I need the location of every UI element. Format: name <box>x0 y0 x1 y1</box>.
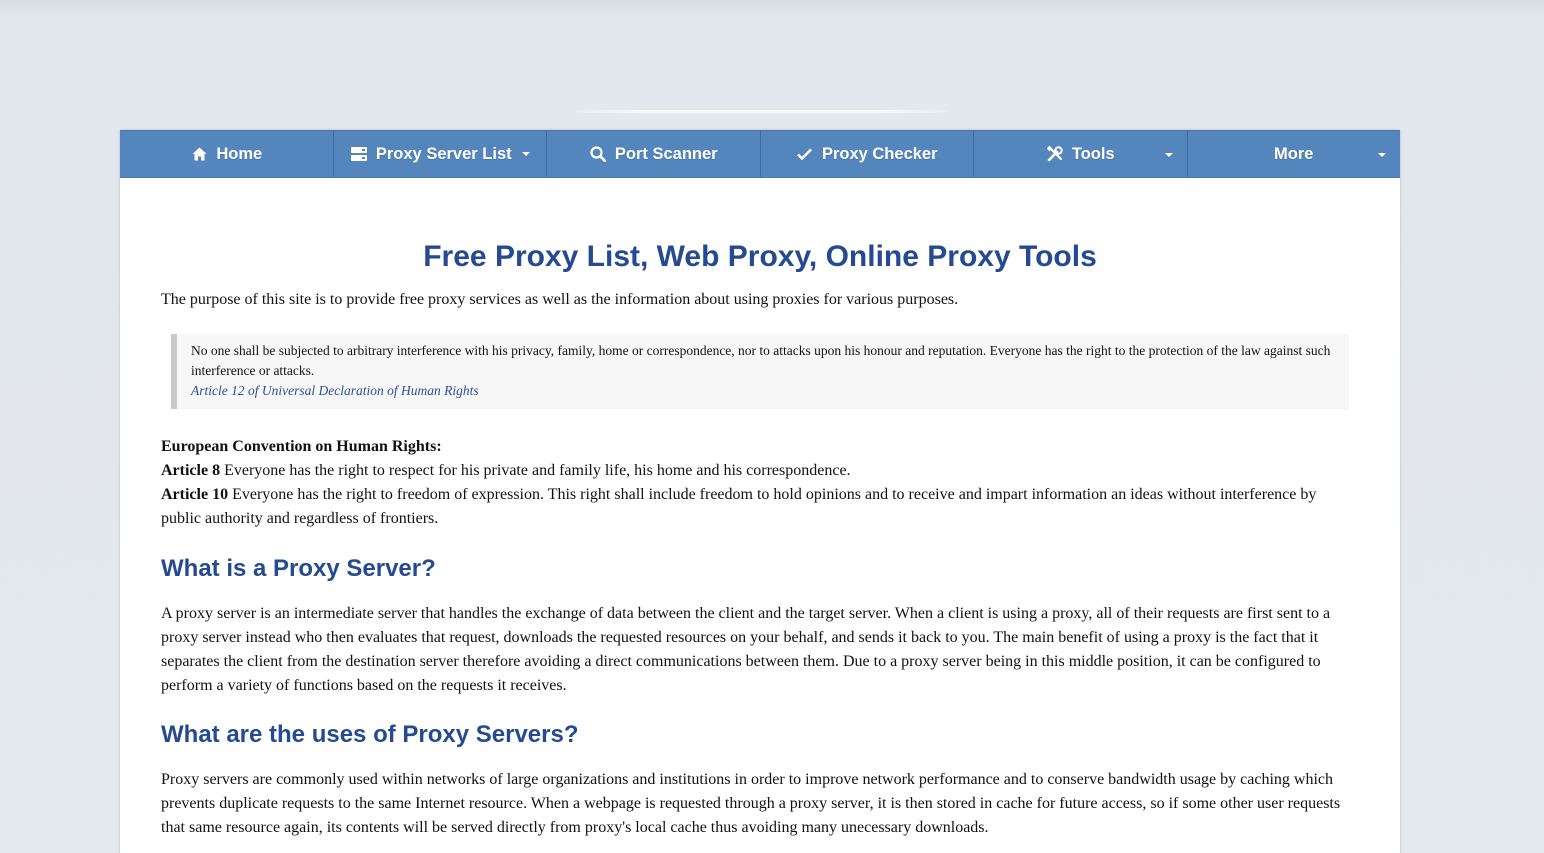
chevron-down-icon <box>521 152 530 156</box>
nav-port-scanner-label: Port Scanner <box>614 144 718 163</box>
article-label: Article 8 <box>161 462 221 479</box>
section-heading-what-is-proxy: What is a Proxy Server? <box>161 555 436 582</box>
intro-paragraph: The purpose of this site is to provide f… <box>161 291 959 308</box>
article-text: Everyone has the right to freedom of exp… <box>161 486 1317 527</box>
article-label: Article 10 <box>161 486 229 503</box>
tools-icon <box>1046 146 1064 162</box>
quote-citation-link[interactable]: Article 12 of Universal Declaration of H… <box>191 383 479 398</box>
chevron-down-icon <box>1378 153 1386 157</box>
chevron-down-icon <box>1164 153 1173 157</box>
echr-article-10: Article 10 Everyone has the right to fre… <box>161 483 1359 531</box>
site-logo-strip[interactable] <box>575 110 947 113</box>
nav-more[interactable]: More <box>1188 131 1401 177</box>
nav-tools[interactable]: Tools <box>974 131 1188 177</box>
search-icon <box>589 146 607 162</box>
page-container: Home Proxy Server List Port Scanner Prox… <box>120 130 1400 853</box>
nav-proxy-server-list-label: Proxy Server List <box>375 144 512 163</box>
article-text: Everyone has the right to respect for hi… <box>220 462 851 479</box>
section-body-uses: Proxy servers are commonly used within n… <box>161 771 1341 836</box>
section-heading-uses: What are the uses of Proxy Servers? <box>161 721 579 748</box>
nav-proxy-server-list[interactable]: Proxy Server List <box>334 131 547 177</box>
nav-proxy-checker-label: Proxy Checker <box>821 144 938 163</box>
nav-more-label: More <box>1274 144 1314 163</box>
quote-text: No one shall be subjected to arbitrary i… <box>191 343 1331 378</box>
main-nav: Home Proxy Server List Port Scanner Prox… <box>120 130 1400 178</box>
echr-heading: European Convention on Human Rights: <box>161 438 442 455</box>
main-content: Free Proxy List, Web Proxy, Online Proxy… <box>120 239 1400 840</box>
nav-tools-label: Tools <box>1071 144 1115 163</box>
home-icon <box>190 146 208 162</box>
checkmark-icon <box>796 146 814 162</box>
page-title: Free Proxy List, Web Proxy, Online Proxy… <box>423 240 1097 273</box>
echr-article-8: Article 8 Everyone has the right to resp… <box>161 459 1359 483</box>
nav-proxy-checker[interactable]: Proxy Checker <box>761 131 974 177</box>
server-list-icon <box>350 146 368 162</box>
echr-block: European Convention on Human Rights: Art… <box>161 435 1359 531</box>
nav-home[interactable]: Home <box>120 131 334 177</box>
udhr-quote: No one shall be subjected to arbitrary i… <box>171 334 1349 409</box>
nav-port-scanner[interactable]: Port Scanner <box>547 131 761 177</box>
nav-home-label: Home <box>216 144 263 163</box>
section-body-what-is-proxy: A proxy server is an intermediate server… <box>161 605 1331 694</box>
